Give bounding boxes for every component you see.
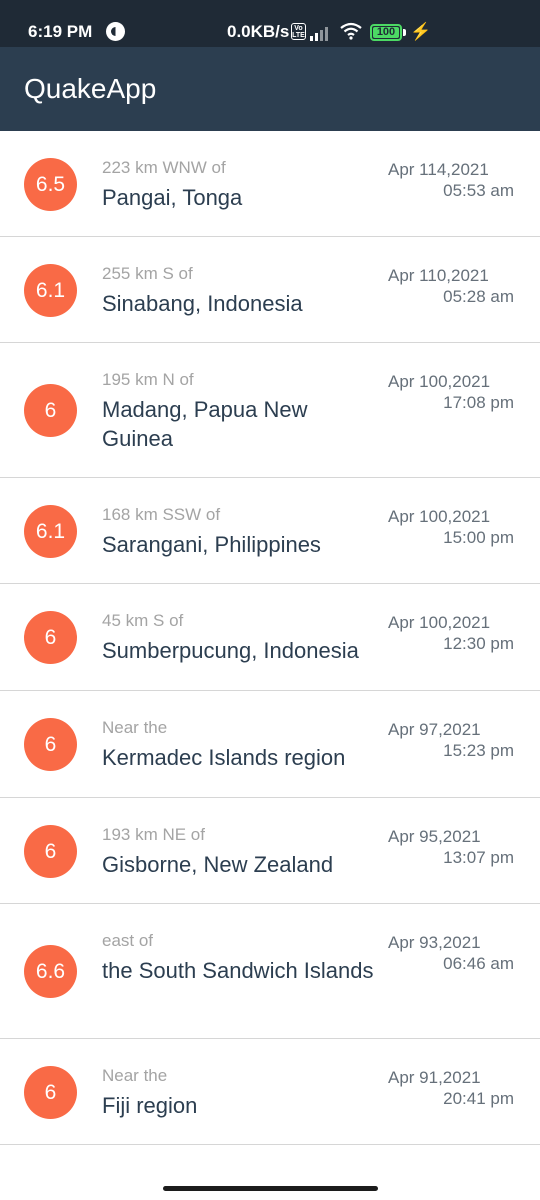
quake-list-item[interactable]: 6.1 255 km S of Sinabang, Indonesia Apr 110… [0, 237, 540, 343]
app-title: QuakeApp [24, 73, 157, 104]
magnitude-badge: 6 [24, 384, 77, 437]
quake-date: Apr 93,2021 [388, 933, 481, 952]
signal-icon [310, 23, 332, 41]
status-bar: 6:19 PM 0.0KB/s Vo LTE 100 ⚡ [0, 0, 540, 47]
primary-location: the South Sandwich Islands [102, 958, 374, 983]
primary-location: Fiji region [102, 1093, 198, 1118]
quake-time: 13:07 pm [443, 848, 514, 867]
quake-date: Apr 100,2021 [388, 613, 491, 632]
quake-list-item[interactable]: 6 45 km S of Sumberpucung, Indonesia Apr 10… [0, 584, 540, 691]
battery-tip [403, 29, 406, 36]
gesture-nav-handle[interactable] [163, 1186, 378, 1191]
primary-location: Sinabang, Indonesia [102, 291, 303, 316]
quake-datetime: Apr 114,2021 05:53 am [374, 159, 514, 201]
magnitude-badge: 6 [24, 718, 77, 771]
quake-time: 06:46 am [443, 954, 514, 973]
quake-date: Apr 91,2021 [388, 1068, 481, 1087]
location-offset: 255 km S of [102, 264, 193, 283]
quake-list-item[interactable]: 6.5 223 km WNW of Pangai, Tonga Apr 114,202… [0, 131, 540, 237]
quake-list-item[interactable]: 6.6 east of the South Sandwich Islands Apr … [0, 904, 540, 1039]
quake-time: 15:23 pm [443, 741, 514, 760]
quake-datetime: Apr 100,2021 17:08 pm [374, 371, 514, 413]
primary-location: Pangai, Tonga [102, 185, 243, 210]
primary-location: Sarangani, Philippines [102, 532, 321, 557]
quake-list-item[interactable]: 6 Near the Fiji region Apr 91,2021 20:41 pm [0, 1039, 540, 1145]
quake-datetime: Apr 91,2021 20:41 pm [374, 1067, 514, 1109]
quake-datetime: Apr 100,2021 15:00 pm [374, 506, 514, 548]
quake-list-item[interactable]: 6.1 168 km SSW of Sarangani, Philippines Ap… [0, 478, 540, 584]
quake-date: Apr 110,2021 [388, 266, 489, 285]
quake-list-item[interactable]: 6 Near the Kermadec Islands region Apr 97,2… [0, 691, 540, 798]
location-offset: east of [102, 931, 154, 950]
quake-time: 05:28 am [443, 287, 514, 306]
quake-datetime: Apr 93,2021 06:46 am [374, 932, 514, 974]
magnitude-badge: 6 [24, 611, 77, 664]
earthquake-list[interactable]: 6.5 223 km WNW of Pangai, Tonga Apr 114,202… [0, 131, 540, 1145]
charging-icon: ⚡ [410, 22, 432, 41]
quake-date: Apr 114,2021 [388, 160, 489, 179]
quake-time: 17:08 pm [443, 393, 514, 412]
quake-datetime: Apr 110,2021 05:28 am [374, 265, 514, 307]
quake-list-item[interactable]: 6 193 km NE of Gisborne, New Zealand Apr 95… [0, 798, 540, 904]
primary-location: Sumberpucung, Indonesia [102, 638, 359, 663]
location-offset: 193 km NE of [102, 825, 205, 844]
magnitude-badge: 6.5 [24, 158, 77, 211]
quake-list-item[interactable]: 6 195 km N of Madang, Papua New Guinea Apr … [0, 343, 540, 478]
dnd-icon [106, 22, 125, 41]
quake-time: 20:41 pm [443, 1089, 514, 1108]
quake-datetime: Apr 97,2021 15:23 pm [374, 719, 514, 761]
app-bar: QuakeApp [0, 47, 540, 131]
primary-location: Madang, Papua New Guinea [102, 397, 308, 451]
quake-date: Apr 97,2021 [388, 720, 481, 739]
status-time: 6:19 PM [28, 22, 93, 41]
location-offset: 223 km WNW of [102, 158, 226, 177]
location-offset: Near the [102, 718, 168, 737]
location-offset: 45 km S of [102, 611, 184, 630]
quake-date: Apr 95,2021 [388, 827, 481, 846]
primary-location: Kermadec Islands region [102, 745, 346, 770]
battery-icon: 100 [370, 24, 402, 41]
location-offset: Near the [102, 1066, 168, 1085]
magnitude-badge: 6.1 [24, 505, 77, 558]
quake-time: 15:00 pm [443, 528, 514, 547]
battery-level: 100 [376, 26, 396, 38]
quake-date: Apr 100,2021 [388, 372, 491, 391]
location-offset: 168 km SSW of [102, 505, 221, 524]
volte-icon: Vo LTE [291, 23, 306, 40]
magnitude-badge: 6 [24, 825, 77, 878]
magnitude-badge: 6 [24, 1066, 77, 1119]
quake-time: 05:53 am [443, 181, 514, 200]
magnitude-badge: 6.6 [24, 945, 77, 998]
wifi-icon [340, 22, 362, 40]
primary-location: Gisborne, New Zealand [102, 852, 334, 877]
quake-time: 12:30 pm [443, 634, 514, 653]
quake-datetime: Apr 95,2021 13:07 pm [374, 826, 514, 868]
network-speed: 0.0KB/s [227, 22, 290, 41]
location-offset: 195 km N of [102, 370, 194, 389]
quake-datetime: Apr 100,2021 12:30 pm [374, 612, 514, 654]
magnitude-badge: 6.1 [24, 264, 77, 317]
quake-date: Apr 100,2021 [388, 507, 491, 526]
